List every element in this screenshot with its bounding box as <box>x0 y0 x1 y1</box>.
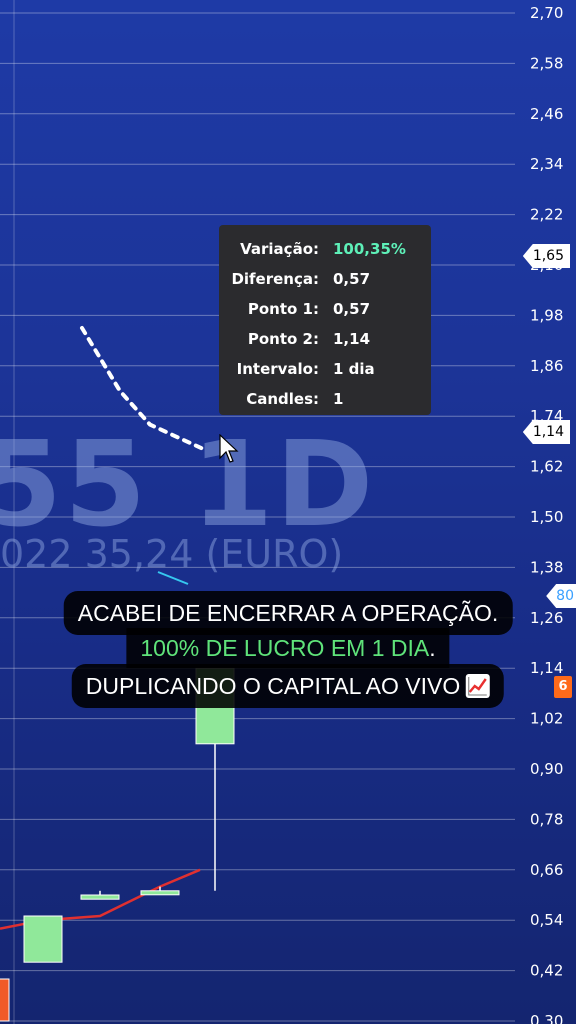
y-axis-tick-label: 0,54 <box>530 911 563 929</box>
tooltip-value: 1 dia <box>333 360 375 378</box>
y-axis-tick-label: 1,50 <box>530 508 563 526</box>
caption-line-2-tail: . <box>429 635 436 661</box>
candle-body[interactable] <box>80 894 120 900</box>
y-axis-tick-label: 0,66 <box>530 861 563 879</box>
y-axis-tick-label: 1,14 <box>530 659 563 677</box>
tooltip-key: Intervalo: <box>236 360 319 378</box>
tooltip-key: Ponto 2: <box>247 330 319 348</box>
price-tag-last: 1,14 <box>522 420 570 444</box>
tooltip-value: 0,57 <box>333 270 371 288</box>
price-tag-orange: 6 <box>554 676 572 698</box>
tooltip-value: 0,57 <box>333 300 371 318</box>
tooltip-value: 1 <box>333 390 344 408</box>
tooltip-key: Variação: <box>240 240 319 258</box>
tooltip-value: 100,35% <box>333 240 406 258</box>
y-axis-tick-label: 2,22 <box>530 206 563 224</box>
y-axis-tick-label: 0,42 <box>530 962 563 980</box>
y-axis: 2,702,582,462,342,222,101,981,861,741,62… <box>530 4 563 1024</box>
y-axis-tick-label: 1,26 <box>530 609 563 627</box>
caption-line-2: 100% DE LUCRO EM 1 DIA. <box>126 628 450 668</box>
symbol-subtitle-watermark: 022 35,24 (EURO) <box>0 532 344 576</box>
y-axis-tick-label: 1,02 <box>530 710 563 728</box>
y-axis-tick-label: 2,58 <box>530 54 563 72</box>
tooltip-row: Diferença: 0,57 <box>219 264 431 294</box>
candle-body[interactable] <box>23 915 63 963</box>
y-axis-tick-label: 2,34 <box>530 155 563 173</box>
tooltip-row: Ponto 2: 1,14 <box>219 324 431 354</box>
tooltip-key: Candles: <box>246 390 319 408</box>
tooltip-value: 1,14 <box>333 330 371 348</box>
candles[interactable] <box>0 667 235 1022</box>
caption-highlight: 100% DE LUCRO EM 1 DIA <box>140 635 430 661</box>
y-axis-tick-label: 1,86 <box>530 357 563 375</box>
y-axis-tick-label: 1,62 <box>530 458 563 476</box>
price-tag-crosshair: 1,65 <box>522 244 570 268</box>
measure-tooltip: Variação: 100,35% Diferença: 0,57 Ponto … <box>219 225 431 415</box>
y-axis-tick-label: 1,98 <box>530 306 563 324</box>
tooltip-row: Candles: 1 <box>219 384 431 414</box>
y-axis-tick-label: 0,30 <box>530 1012 563 1024</box>
y-axis-tick-label: 2,70 <box>530 4 563 22</box>
mouse-pointer-icon <box>219 434 239 463</box>
tooltip-row: Variação: 100,35% <box>219 234 431 264</box>
tooltip-row: Ponto 1: 0,57 <box>219 294 431 324</box>
y-axis-tick-label: 2,46 <box>530 105 563 123</box>
y-axis-tick-label: 0,90 <box>530 760 563 778</box>
y-axis-tick-label: 0,78 <box>530 810 563 828</box>
chart-increasing-icon <box>466 673 491 698</box>
tooltip-row: Intervalo: 1 dia <box>219 354 431 384</box>
tooltip-key: Diferença: <box>231 270 319 288</box>
caption-line-3: DUPLICANDO O CAPITAL AO VIVO <box>71 664 505 708</box>
y-axis-tick-label: 1,38 <box>530 558 563 576</box>
caption-line-3-text: DUPLICANDO O CAPITAL AO VIVO <box>85 673 461 699</box>
candle-body[interactable] <box>0 978 10 1022</box>
candle-body[interactable] <box>140 890 180 896</box>
tooltip-key: Ponto 1: <box>247 300 319 318</box>
